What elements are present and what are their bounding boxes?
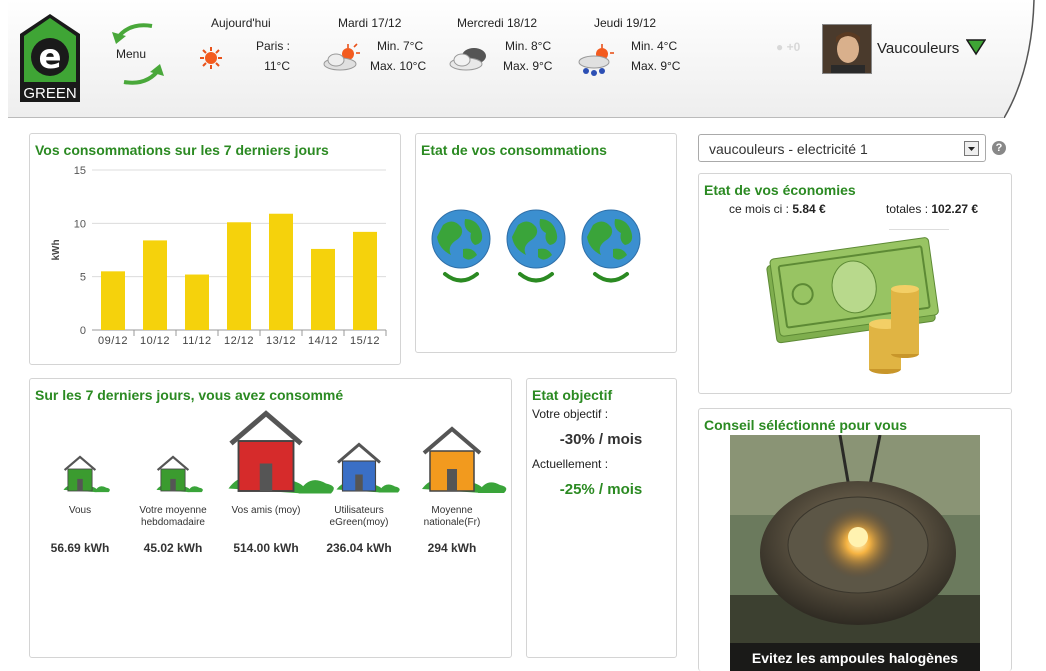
x-tick-label: 12/12 — [224, 335, 254, 347]
consumption-bar-chart: 0 5 10 15 kWh 09/12 10/12 11/12 12/12 13/12 14/12 1… — [51, 165, 387, 347]
weather-today-info: Paris : 11°C — [254, 36, 290, 76]
x-tick-label: 11/12 — [182, 335, 211, 347]
house-icon — [228, 410, 334, 494]
weather-day-2-max: Max. 10°C — [370, 59, 427, 73]
tip-caption: Evitez les ampoules halogènes — [730, 643, 980, 671]
y-tick-label: 10 — [74, 218, 86, 230]
username[interactable]: Vaucouleurs — [877, 40, 959, 57]
bar — [143, 240, 167, 330]
bar — [227, 222, 251, 330]
bar — [185, 274, 209, 330]
y-axis-label: kWh — [51, 239, 62, 260]
weather-day-2-min: Min. 7°C — [377, 39, 424, 53]
rain-sun-icon — [576, 42, 616, 79]
house-value-egreen-users: 236.04 kWh — [326, 541, 392, 555]
weather-day-3-max: Max. 9°C — [503, 59, 553, 73]
help-icon[interactable]: ? — [992, 141, 1006, 155]
goal-panel: Etat objectif Votre objectif : -30% / mo… — [526, 378, 677, 658]
house-value-weekly-average: 45.02 kWh — [143, 541, 203, 555]
y-tick-label: 5 — [80, 272, 86, 284]
x-tick-label: 09/12 — [98, 335, 128, 347]
house-icon — [336, 442, 400, 493]
houses-group — [63, 410, 507, 494]
house-value-you: 56.69 kWh — [50, 541, 110, 555]
consumption-chart-panel: Vos consommations sur les 7 derniers jou… — [29, 133, 401, 365]
current-label: Actuellement : — [532, 457, 609, 471]
x-tick-label: 14/12 — [308, 335, 338, 347]
weather-day-3-min: Min. 8°C — [505, 39, 552, 53]
house-icon — [63, 455, 110, 493]
goal-value: -30% / mois — [559, 431, 643, 448]
header-curve-decoration — [1004, 0, 1044, 118]
house-label-friends: Vos amis (moy) — [231, 505, 301, 516]
tip-panel: Conseil séléctionné pour vous Evitez les… — [698, 408, 1012, 671]
house-label-weekly-average: Votre moyenne hebdomadaire — [139, 505, 207, 528]
sun-icon — [199, 46, 223, 73]
weather-day-4-max: Max. 9°C — [631, 59, 681, 73]
globes-group — [431, 209, 641, 283]
consumption-state-panel: Etat de vos consommations — [415, 133, 677, 353]
house-label-egreen-users: Utilisateurs eGreen(moy) — [329, 505, 389, 528]
avatar[interactable] — [822, 24, 872, 74]
house-icon — [422, 426, 507, 493]
logo-text: GREEN — [23, 85, 76, 102]
bar — [269, 213, 293, 330]
goal-label: Votre objectif : — [532, 407, 609, 421]
friends-counter[interactable]: ● +0 — [776, 40, 800, 54]
weather-today-city: Paris : — [255, 39, 290, 53]
svg-text:e: e — [38, 37, 61, 77]
weather-day-3: Mercredi 18/12 — [457, 16, 538, 30]
top-header: e GREEN Menu Aujourd'hui Paris : 11°C Ma… — [8, 0, 1044, 118]
weather-today-day: Aujourd'hui — [211, 16, 271, 30]
select-arrow-icon[interactable] — [964, 141, 979, 156]
weather-day-3-info: Min. 8°C Max. 9°C — [503, 36, 552, 76]
meter-select[interactable]: vaucouleurs - electricité 1 — [698, 134, 986, 162]
egreen-logo[interactable]: e GREEN — [18, 12, 82, 104]
friends-icon: ● — [776, 40, 784, 54]
weather-day-4-min: Min. 4°C — [631, 39, 678, 53]
tip-title: Conseil séléctionné pour vous — [704, 417, 908, 433]
weather-day-2-info: Min. 7°C Max. 10°C — [370, 36, 426, 76]
y-tick-label: 15 — [74, 165, 86, 177]
weather-day-2: Mardi 17/12 — [338, 16, 402, 30]
comparison-panel: Sur les 7 derniers jours, vous avez cons… — [29, 378, 512, 658]
house-icon — [156, 455, 203, 493]
globe-icon — [581, 209, 641, 283]
bar — [101, 271, 125, 330]
menu-button[interactable]: Menu — [108, 20, 168, 88]
house-label-you: Vous — [68, 505, 92, 516]
bar — [353, 231, 377, 330]
house-label-national: Moyenne nationale(Fr) — [423, 505, 481, 528]
current-value: -25% / mois — [559, 481, 643, 498]
globe-icon — [506, 209, 566, 283]
friends-count: +0 — [786, 40, 801, 54]
savings-panel: Etat de vos économies ce mois ci : 5.84 … — [698, 173, 1012, 394]
user-menu-caret-icon[interactable] — [965, 38, 987, 59]
money-illustration — [766, 237, 939, 374]
sun-cloud-icon — [322, 42, 362, 75]
menu-label: Menu — [115, 47, 147, 61]
halogen-lamp-image — [730, 435, 980, 671]
y-tick-label: 0 — [80, 325, 86, 337]
globe-icon — [431, 209, 491, 283]
weather-day-4-info: Min. 4°C Max. 9°C — [631, 36, 680, 76]
x-tick-label: 10/12 — [140, 335, 170, 347]
goal-title: Etat objectif — [532, 387, 613, 403]
meter-select-value: vaucouleurs - electricité 1 — [709, 141, 868, 157]
weather-today-temp: 11°C — [264, 59, 290, 73]
tip-photo[interactable]: Evitez les ampoules halogènes — [730, 435, 980, 671]
house-value-national: 294 kWh — [427, 541, 477, 555]
x-tick-label: 13/12 — [266, 335, 296, 347]
cloud-icon — [448, 42, 490, 75]
house-value-friends: 514.00 kWh — [233, 541, 299, 555]
x-tick-label: 15/12 — [350, 335, 380, 347]
bar — [311, 248, 335, 330]
weather-day-4: Jeudi 19/12 — [594, 16, 657, 30]
